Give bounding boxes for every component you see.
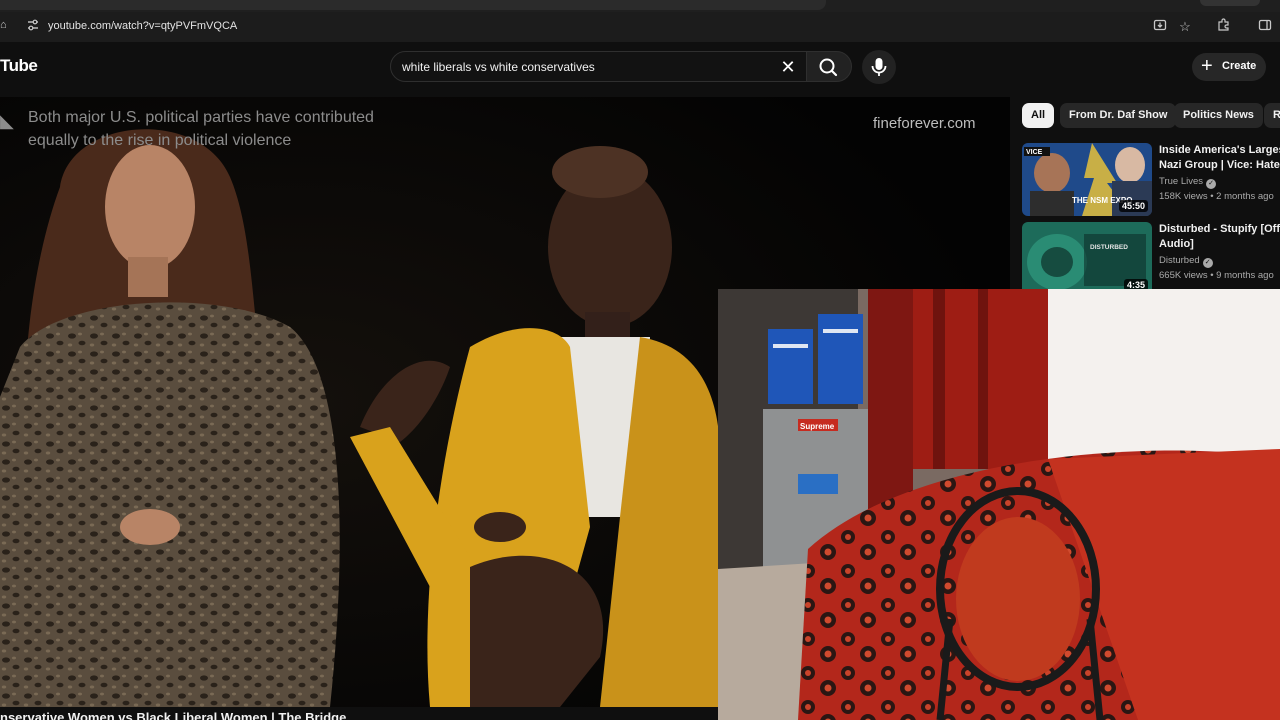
youtube-logo[interactable]: Tube — [0, 56, 38, 76]
install-app-icon[interactable] — [1151, 18, 1169, 36]
video-title-line-2[interactable]: Audio] — [1159, 237, 1280, 252]
video-duration: 45:50 — [1118, 200, 1148, 212]
url-field[interactable]: youtube.com/watch?v=qtyPVFmVQCA — [48, 20, 237, 32]
verified-badge-icon: ✓ — [1202, 258, 1213, 268]
extensions-glyph — [1218, 18, 1229, 31]
side-panel-glyph — [1258, 19, 1272, 31]
video-thumbnail[interactable]: DISTURBED 4:35 — [1022, 222, 1152, 295]
video-caption-overlay: Both major U.S. political parties have c… — [28, 106, 508, 152]
channel-name-row: Disturbed ✓ — [1159, 254, 1280, 268]
search-query-text: white liberals vs white conservatives — [402, 60, 595, 74]
chip-all[interactable]: All — [1022, 103, 1055, 128]
webcam-feed: Supreme — [718, 289, 1280, 720]
search-input[interactable]: white liberals vs white conservatives ✕ — [390, 51, 810, 82]
channel-logo-mark: ◣ — [0, 111, 14, 131]
create-button[interactable]: + Create — [1192, 53, 1266, 81]
create-label: Create — [1222, 60, 1257, 72]
home-icon[interactable]: ⌂ — [0, 19, 10, 33]
site-info-icon[interactable] — [24, 18, 42, 36]
site-info-glyph — [28, 19, 38, 31]
install-app-glyph — [1153, 19, 1167, 31]
video-meta: Disturbed - Stupify [Offici Audio] Distu… — [1159, 222, 1280, 283]
extensions-icon[interactable] — [1215, 18, 1233, 36]
recommended-video[interactable]: DISTURBED 4:35 Disturbed - Stupify [Offi… — [1022, 222, 1280, 296]
address-bar: ⌂ youtube.com/watch?v=qtyPVFmVQCA ☆ — [0, 12, 1280, 42]
caption-line-2: equally to the rise in political violenc… — [28, 132, 292, 149]
video-title-line-2[interactable]: Nazi Group | Vice: Hate T — [1159, 158, 1280, 173]
video-title-line-1[interactable]: Inside America's Largest — [1159, 143, 1280, 158]
active-browser-tab[interactable] — [0, 0, 826, 10]
search-button[interactable] — [806, 51, 852, 82]
side-panel-icon[interactable] — [1256, 18, 1274, 36]
microphone-icon — [871, 58, 887, 76]
channel-name-row: True Lives ✓ — [1159, 175, 1280, 189]
svg-text:VICE: VICE — [1026, 149, 1043, 156]
youtube-header: Tube white liberals vs white conservativ… — [0, 42, 1280, 90]
filter-chips: All From Dr. Daf Show Politics News R — [1022, 103, 1280, 129]
video-meta: Inside America's Largest Nazi Group | Vi… — [1159, 143, 1280, 204]
browser-tab-strip — [0, 0, 1280, 12]
channel-name[interactable]: True Lives — [1159, 176, 1203, 187]
video-title-line-1[interactable]: Disturbed - Stupify [Offici — [1159, 222, 1280, 237]
plus-icon: + — [1201, 55, 1213, 77]
thumbnail-caption: DISTURBED — [1090, 244, 1128, 251]
video-watermark: fineforever.com — [873, 115, 976, 132]
screen: ⌂ youtube.com/watch?v=qtyPVFmVQCA ☆ Tube… — [0, 0, 1280, 720]
browser-tab[interactable] — [1200, 0, 1260, 6]
search-icon — [819, 58, 838, 77]
video-title: nservative Women vs Black Liberal Women … — [0, 710, 347, 720]
voice-search-button[interactable] — [862, 50, 896, 84]
recommended-video[interactable]: VICE THE NSM EXPO 45:50 Inside America's… — [1022, 143, 1280, 217]
svg-text:Supreme: Supreme — [800, 422, 835, 431]
video-stats: 665K views • 9 months ago — [1159, 270, 1274, 281]
verified-badge-icon: ✓ — [1206, 179, 1216, 189]
webcam-overlay: Supreme — [718, 289, 1280, 720]
chip-more[interactable]: R — [1264, 103, 1280, 128]
video-stats: 158K views • 2 months ago — [1159, 191, 1274, 202]
chip-from-channel[interactable]: From Dr. Daf Show — [1060, 103, 1177, 128]
bookmark-star-icon[interactable]: ☆ — [1176, 18, 1194, 36]
channel-name[interactable]: Disturbed — [1159, 255, 1200, 266]
caption-line-1: Both major U.S. political parties have c… — [28, 109, 374, 126]
clear-search-icon[interactable]: ✕ — [777, 56, 799, 78]
chip-politics-news[interactable]: Politics News — [1174, 103, 1263, 128]
video-thumbnail[interactable]: VICE THE NSM EXPO 45:50 — [1022, 143, 1152, 216]
